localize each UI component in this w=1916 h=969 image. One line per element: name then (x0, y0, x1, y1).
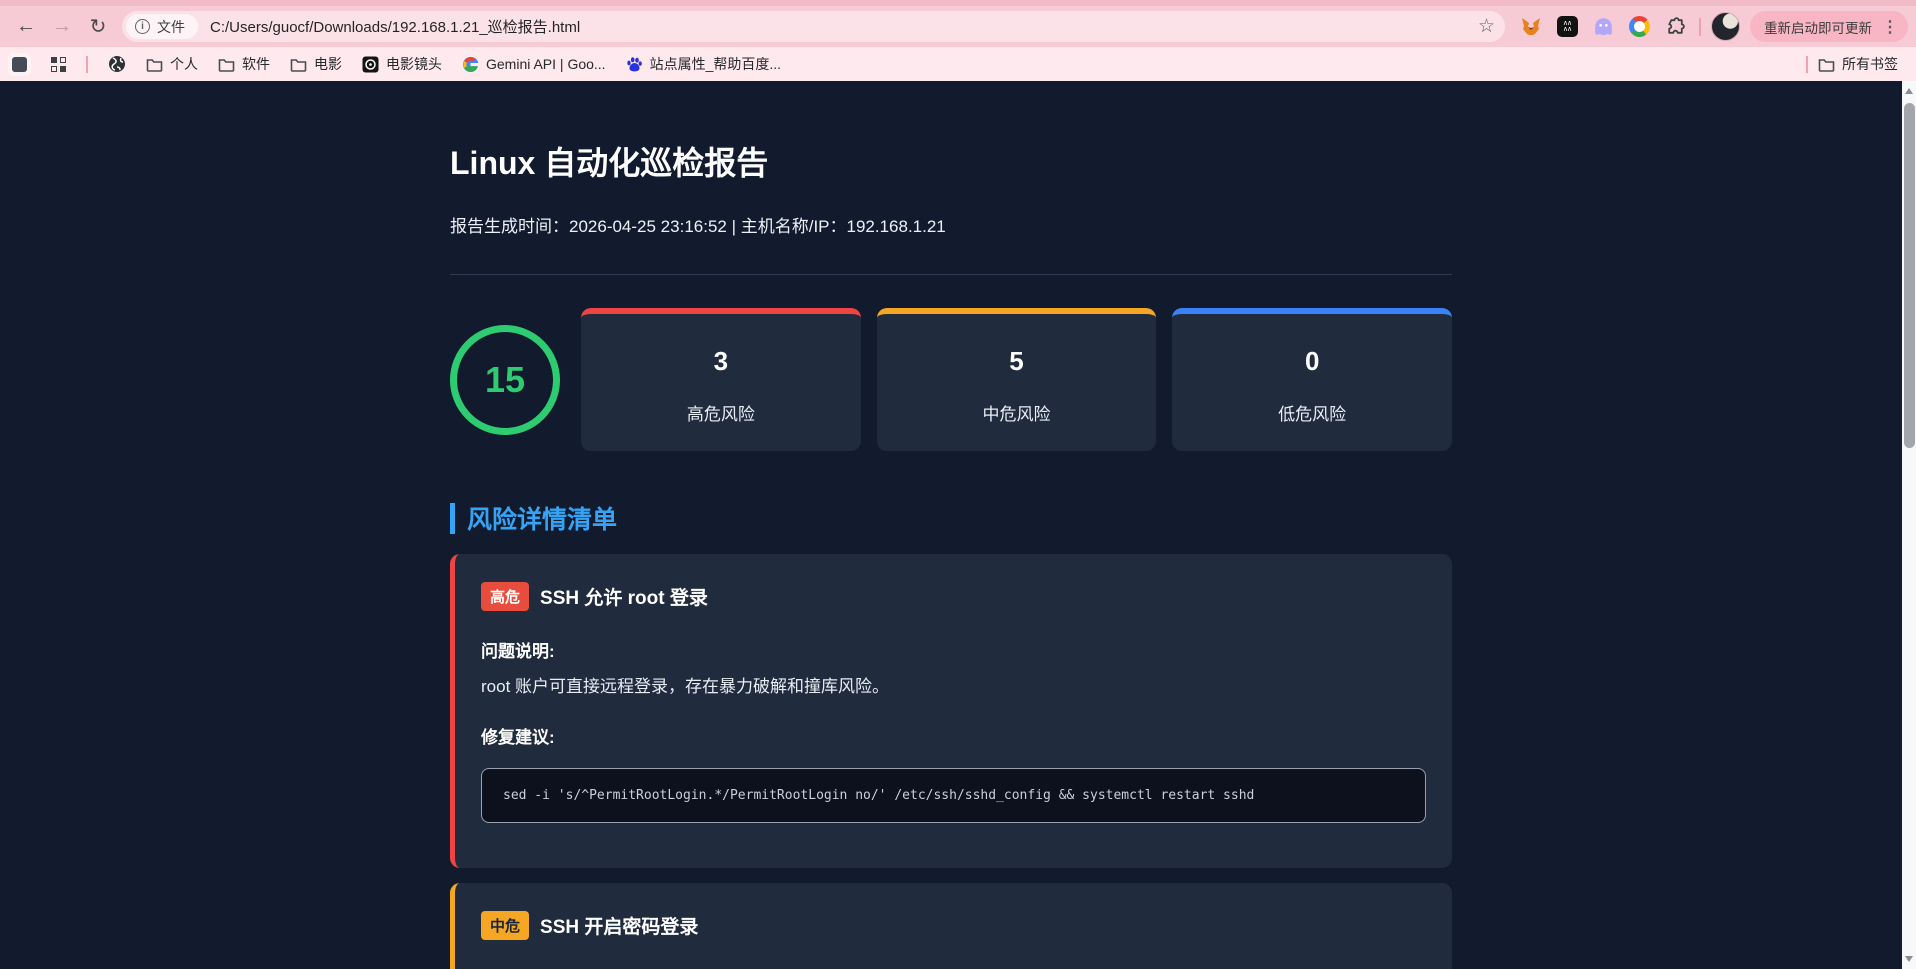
file-scheme-chip[interactable]: i 文件 (126, 14, 198, 39)
folder-icon (146, 57, 163, 72)
file-chip-label: 文件 (157, 17, 185, 37)
scrollbar-thumb[interactable] (1904, 103, 1915, 448)
zigzag-icon: ∧∧∧∧ (1557, 16, 1578, 37)
bookmark-label: 站点属性_帮助百度... (650, 54, 781, 74)
high-risk-count: 3 (581, 346, 861, 377)
bookmark-label: 软件 (242, 54, 270, 74)
page-scrollbar[interactable] (1902, 81, 1916, 969)
bookmark-globe[interactable] (108, 55, 126, 73)
section-title: 风险详情清单 (467, 500, 617, 536)
folder-icon (1818, 57, 1835, 72)
bookmark-dark-square[interactable] (8, 53, 31, 76)
browser-toolbar: ← → ↻ i 文件 C:/Users/guocf/Downloads/192.… (0, 6, 1916, 47)
puzzle-icon (1665, 16, 1686, 37)
bookmark-baidu[interactable]: 站点属性_帮助百度... (626, 54, 781, 74)
summary-card-low: 0 低危风险 (1172, 308, 1452, 451)
baidu-paw-icon (626, 56, 643, 73)
low-risk-label: 低危风险 (1172, 400, 1452, 425)
bookmark-label: 个人 (170, 54, 198, 74)
bookmark-folder-software[interactable]: 软件 (218, 54, 270, 74)
fix-label: 修复建议: (481, 723, 1426, 748)
google-g-icon (462, 56, 479, 73)
report-meta: 报告生成时间：2026-04-25 23:16:52 | 主机名称/IP：192… (450, 212, 1452, 237)
high-risk-label: 高危风险 (581, 400, 861, 425)
risk-level-badge: 中危 (481, 911, 529, 940)
back-button[interactable]: ← (8, 10, 44, 44)
bookmarks-separator (86, 56, 88, 73)
section-accent-bar (450, 503, 455, 534)
bookmark-label: 电影镜头 (386, 54, 442, 74)
bookmark-label: 电影 (314, 54, 342, 74)
dark-square-icon (12, 57, 27, 72)
update-button-label: 重新启动即可更新 (1764, 17, 1872, 37)
bookmarks-separator-right (1806, 56, 1808, 73)
problem-label: 问题说明: (481, 637, 1426, 662)
ghost-icon (1594, 17, 1613, 36)
phantom-extension-icon[interactable] (1585, 11, 1621, 43)
low-risk-count: 0 (1172, 346, 1452, 377)
color-ring-extension-icon[interactable] (1621, 11, 1657, 43)
fox-icon (1521, 18, 1541, 36)
bookmark-gemini[interactable]: Gemini API | Goo... (462, 56, 606, 73)
color-ring-icon (1629, 16, 1650, 37)
risk-title: SSH 允许 root 登录 (540, 583, 708, 610)
extensions-puzzle-button[interactable] (1657, 11, 1693, 43)
toolbar-separator (1699, 18, 1701, 36)
metamask-extension-icon[interactable] (1513, 11, 1549, 43)
url-text[interactable]: C:/Users/guocf/Downloads/192.168.1.21_巡检… (210, 16, 1470, 37)
menu-kebab-icon[interactable]: ⋮ (1882, 17, 1898, 37)
bookmarks-bar: 个人 软件 电影 电影镜头 Gemini API | Goo... (0, 47, 1916, 81)
all-bookmarks-button[interactable]: 所有书签 (1818, 54, 1898, 74)
address-bar[interactable]: i 文件 C:/Users/guocf/Downloads/192.168.1.… (122, 11, 1505, 42)
dark-extension-icon[interactable]: ∧∧∧∧ (1549, 11, 1585, 43)
forward-button[interactable]: → (44, 10, 80, 44)
scrollbar-up-arrow[interactable] (1905, 88, 1913, 94)
total-risk-circle: 15 (450, 325, 560, 435)
total-risk-count: 15 (485, 359, 525, 401)
bookmark-movie-lens[interactable]: 电影镜头 (362, 54, 442, 74)
problem-text: root 账户可直接远程登录，存在暴力破解和撞库风险。 (481, 672, 1426, 697)
risk-card-ssh-root-login: 高危 SSH 允许 root 登录 问题说明: root 账户可直接远程登录，存… (450, 554, 1452, 868)
summary-card-medium: 5 中危风险 (877, 308, 1157, 451)
globe-icon (108, 55, 126, 73)
all-bookmarks-label: 所有书签 (1842, 54, 1898, 74)
grid-icon (51, 57, 66, 72)
medium-risk-count: 5 (877, 346, 1157, 377)
bookmark-label: Gemini API | Goo... (486, 56, 606, 72)
folder-icon (290, 57, 307, 72)
profile-avatar[interactable] (1711, 12, 1740, 41)
section-header: 风险详情清单 (450, 500, 1452, 536)
bookmark-folder-personal[interactable]: 个人 (146, 54, 198, 74)
divider (450, 274, 1452, 275)
page-title: Linux 自动化巡检报告 (450, 138, 1452, 184)
report-container: Linux 自动化巡检报告 报告生成时间：2026-04-25 23:16:52… (450, 81, 1452, 969)
summary-card-high: 3 高危风险 (581, 308, 861, 451)
info-icon[interactable]: i (135, 19, 150, 34)
update-browser-button[interactable]: 重新启动即可更新 ⋮ (1750, 11, 1908, 42)
folder-icon (218, 57, 235, 72)
scrollbar-down-arrow[interactable] (1905, 956, 1913, 962)
risk-card-ssh-password-login: 中危 SSH 开启密码登录 问题说明: SSH 允许密码登录，公网服务器更容易受… (450, 883, 1452, 969)
summary-row: 15 3 高危风险 5 中危风险 0 低危风险 (450, 308, 1452, 451)
risk-level-badge: 高危 (481, 582, 529, 611)
page-viewport: Linux 自动化巡检报告 报告生成时间：2026-04-25 23:16:52… (0, 81, 1916, 969)
bookmark-folder-movies[interactable]: 电影 (290, 54, 342, 74)
fix-command-code: sed -i 's/^PermitRootLogin.*/PermitRootL… (481, 768, 1426, 823)
reload-button[interactable]: ↻ (80, 10, 116, 44)
risk-title: SSH 开启密码登录 (540, 912, 698, 939)
bookmark-star-icon[interactable]: ☆ (1478, 15, 1495, 38)
medium-risk-label: 中危风险 (877, 400, 1157, 425)
bookmark-apps-grid[interactable] (51, 57, 66, 72)
camera-lens-icon (362, 56, 379, 73)
